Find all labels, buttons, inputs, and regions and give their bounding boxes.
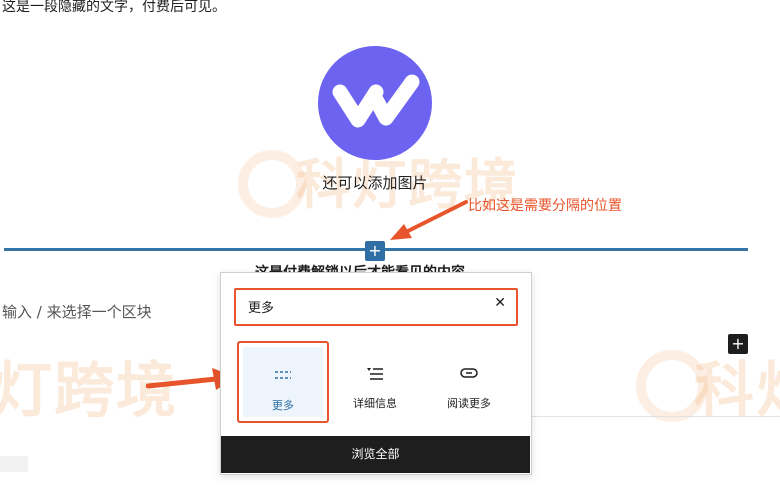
block-placeholder[interactable]: 输入 / 来选择一个区块 bbox=[2, 301, 152, 322]
browse-all-button[interactable]: 浏览全部 bbox=[221, 436, 530, 473]
close-icon[interactable]: ✕ bbox=[494, 295, 506, 311]
block-item-details[interactable]: 详细信息 bbox=[331, 339, 419, 419]
block-item-read-more[interactable]: 阅读更多 bbox=[425, 339, 513, 419]
add-block-button[interactable]: + bbox=[365, 241, 385, 261]
hidden-text-paragraph: 这是一段隐藏的文字，付费后可见。 bbox=[2, 0, 226, 15]
annotation-label: 比如这是需要分隔的位置 bbox=[468, 198, 622, 214]
more-icon bbox=[239, 369, 327, 385]
image-caption: 还可以添加图片 bbox=[322, 174, 428, 192]
block-item-label: 详细信息 bbox=[353, 397, 397, 410]
block-item-more[interactable]: 更多 bbox=[237, 341, 329, 423]
empty-block bbox=[0, 456, 28, 472]
block-item-label: 阅读更多 bbox=[447, 397, 491, 410]
read-more-icon bbox=[425, 367, 513, 383]
block-item-content: 更多 bbox=[239, 341, 327, 421]
details-icon bbox=[331, 367, 419, 383]
search-input[interactable] bbox=[248, 297, 478, 315]
divider-line bbox=[530, 416, 780, 417]
block-item-label: 更多 bbox=[272, 399, 294, 412]
add-block-icon-button[interactable]: + bbox=[728, 334, 748, 354]
brand-logo-image[interactable] bbox=[318, 46, 432, 160]
annotation-arrow-icon bbox=[390, 200, 468, 240]
checkmark-logo-icon bbox=[332, 74, 420, 128]
search-box: ✕ bbox=[234, 288, 518, 326]
